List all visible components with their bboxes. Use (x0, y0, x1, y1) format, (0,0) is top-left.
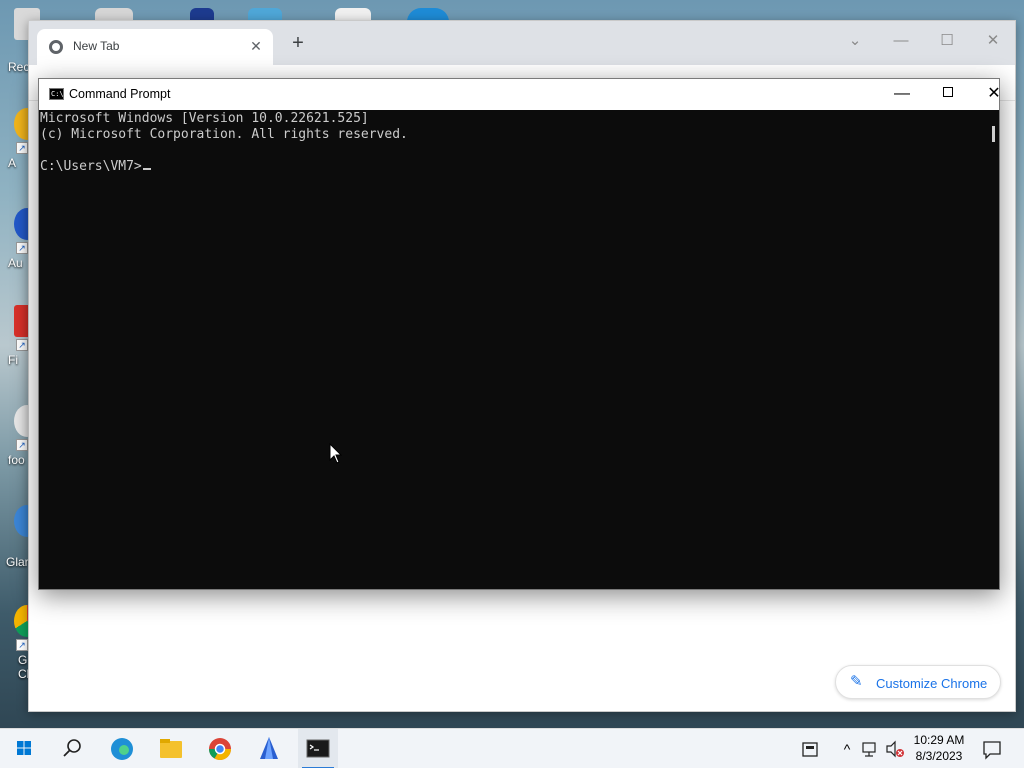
tray-news-widget[interactable] (800, 729, 824, 768)
cmd-scrollbar[interactable] (989, 110, 999, 589)
command-prompt-window: C:\ Command Prompt — ✕ Microsoft Windows… (38, 78, 1001, 590)
cmd-maximize-button[interactable] (925, 79, 971, 110)
chrome-tab-strip: New Tab ✕ + ⌄ — ☐ ✕ (29, 21, 1015, 65)
taskbar: ^ 10:29 AM 8/3/2023 (0, 728, 1024, 768)
search-icon (63, 739, 81, 757)
shortcut-arrow-icon: ↗ (16, 339, 28, 351)
cmd-title-bar[interactable]: C:\ Command Prompt — ✕ (39, 79, 1001, 110)
pencil-icon: ✎ (850, 673, 863, 690)
tray-expand-button[interactable]: ^ (838, 729, 856, 768)
taskbar-file-explorer[interactable] (151, 729, 191, 768)
clock-time: 10:29 AM (913, 733, 965, 747)
taskbar-command-prompt[interactable] (298, 729, 338, 768)
windows-logo-icon (17, 741, 31, 755)
tab-new-tab[interactable]: New Tab ✕ (37, 29, 273, 65)
notification-icon (983, 741, 1001, 760)
customize-chrome-button[interactable]: ✎ Customize Chrome (835, 665, 1001, 699)
chrome-icon (209, 738, 231, 760)
chrome-maximize-button[interactable]: ☐ (929, 27, 965, 55)
taskbar-edge[interactable] (102, 729, 142, 768)
command-prompt-icon: C:\ (49, 88, 64, 100)
shortcut-arrow-icon: ↗ (16, 242, 28, 254)
taskbar-clock[interactable]: 10:29 AM 8/3/2023 (905, 732, 973, 764)
cmd-close-button[interactable]: ✕ (971, 79, 1017, 110)
file-explorer-icon (160, 739, 182, 758)
chrome-minimize-button[interactable]: — (883, 27, 919, 55)
notification-center-button[interactable] (980, 729, 1004, 768)
desktop-icon-label: Rec (8, 60, 30, 74)
tray-volume[interactable] (884, 729, 906, 768)
taskbar-chrome[interactable] (200, 729, 240, 768)
cmd-minimize-button[interactable]: — (879, 79, 925, 110)
desktop-icon-label: A (8, 156, 17, 170)
network-icon (862, 742, 876, 757)
window-title: Command Prompt (69, 87, 171, 101)
tray-network[interactable] (860, 729, 882, 768)
mouse-pointer-icon (329, 443, 343, 464)
edge-icon (111, 738, 133, 760)
text-cursor (142, 168, 151, 170)
console-line: (c) Microsoft Corporation. All rights re… (40, 127, 408, 142)
prompt-text: C:\Users\VM7> (40, 159, 142, 174)
volume-muted-icon (886, 740, 904, 758)
prompt-line: C:\Users\VM7> (40, 159, 990, 175)
shortcut-arrow-icon: ↗ (16, 142, 28, 154)
scrollbar-thumb[interactable] (992, 126, 995, 142)
desktop-icon-label: foo (8, 453, 25, 467)
console-line: Microsoft Windows [Version 10.0.22621.52… (40, 111, 369, 126)
command-prompt-icon (306, 739, 330, 758)
tab-title: New Tab (73, 39, 120, 53)
chrome-icon (49, 40, 63, 54)
shortcut-arrow-icon: ↗ (16, 639, 28, 651)
app-icon (260, 737, 278, 759)
desktop-icon-label: Au (8, 256, 23, 270)
desktop-icon-label: Fi (8, 353, 18, 367)
news-icon (802, 742, 818, 757)
close-tab-icon[interactable]: ✕ (247, 37, 265, 55)
tab-search-button[interactable]: ⌄ (837, 27, 873, 55)
clock-date: 8/3/2023 (915, 749, 963, 763)
search-button[interactable] (52, 729, 92, 768)
console-output: Microsoft Windows [Version 10.0.22621.52… (40, 111, 990, 175)
console-area[interactable]: Microsoft Windows [Version 10.0.22621.52… (40, 110, 998, 589)
new-tab-button[interactable]: + (287, 33, 309, 55)
taskbar-app[interactable] (249, 729, 289, 768)
maximize-icon (943, 87, 953, 98)
shortcut-arrow-icon: ↗ (16, 439, 28, 451)
customize-chrome-label: Customize Chrome (876, 676, 988, 691)
chrome-close-button[interactable]: ✕ (975, 27, 1011, 55)
start-button[interactable] (4, 729, 44, 768)
